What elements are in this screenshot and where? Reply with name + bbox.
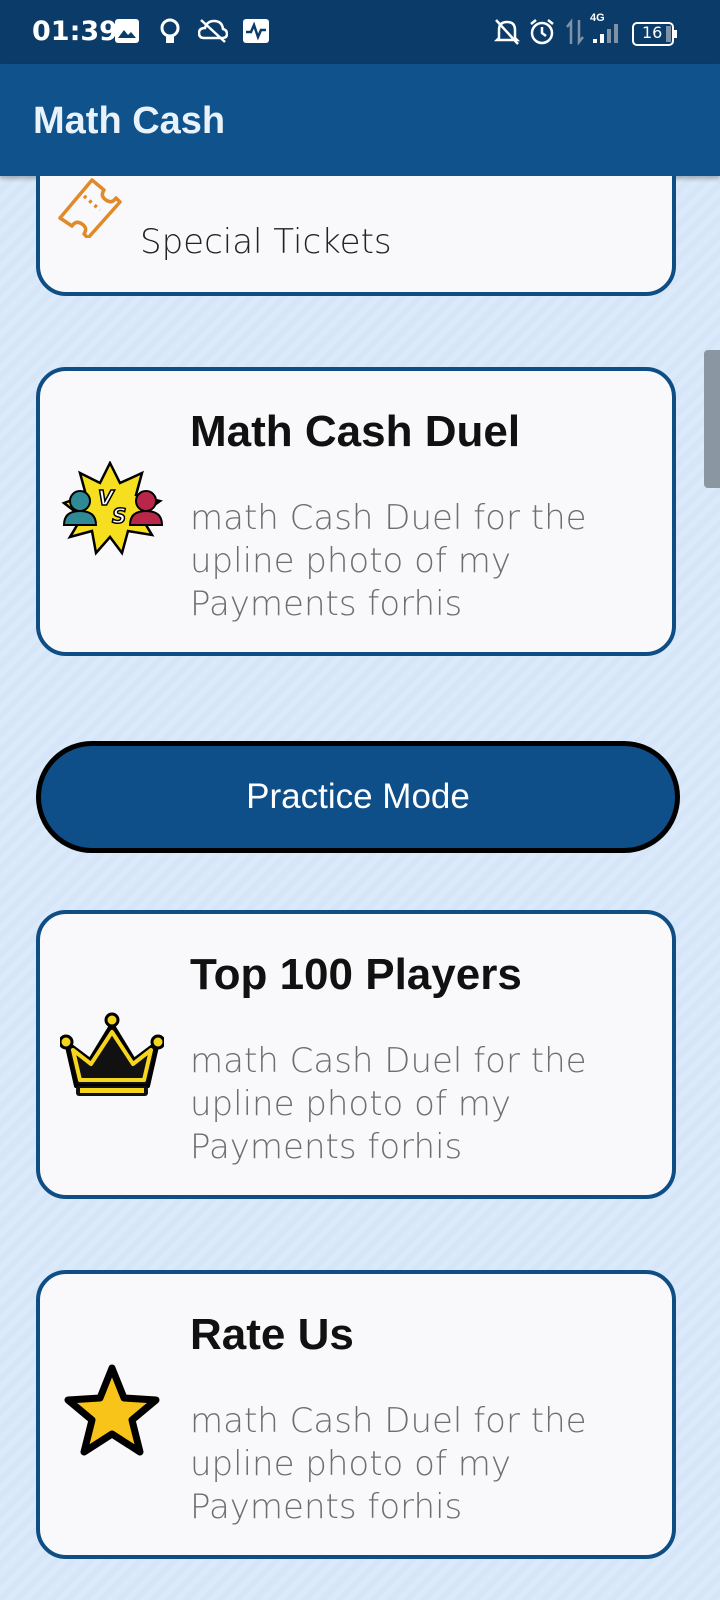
card-description: math Cash Duel for the upline photo of m… (190, 498, 587, 624)
main-content[interactable]: Special Tickets V S Math Cash Duel math … (0, 176, 720, 1600)
practice-mode-button[interactable]: Practice Mode (36, 741, 680, 853)
app-title: Math Cash (33, 100, 226, 142)
top-players-card[interactable]: Top 100 Players math Cash Duel for the u… (36, 910, 676, 1199)
card-title: Math Cash Duel (190, 407, 521, 456)
scrollbar-thumb[interactable] (704, 350, 720, 488)
battery-level: 16 (642, 23, 663, 42)
card-title: Rate Us (190, 1310, 354, 1359)
image-icon (114, 18, 140, 49)
signal-icon (592, 22, 624, 49)
vs-icon: V S (60, 460, 166, 562)
special-tickets-label: Special Tickets (140, 222, 392, 262)
activity-icon (242, 18, 270, 49)
notification-off-icon (493, 18, 521, 51)
math-cash-duel-card[interactable]: V S Math Cash Duel math Cash Duel for th… (36, 367, 676, 656)
crown-icon (58, 1010, 166, 1105)
lightbulb-icon (158, 18, 182, 51)
status-bar: 01:39 4G 16 (0, 0, 720, 64)
special-tickets-card[interactable]: Special Tickets (36, 176, 676, 296)
data-transfer-icon (566, 18, 584, 51)
alarm-icon (528, 18, 556, 51)
ticket-icon (54, 176, 124, 243)
card-title: Top 100 Players (190, 950, 522, 999)
card-description: math Cash Duel for the upline photo of m… (190, 1041, 587, 1167)
star-icon (62, 1362, 162, 1467)
card-description: math Cash Duel for the upline photo of m… (190, 1401, 587, 1527)
svg-text:S: S (112, 504, 126, 528)
status-time: 01:39 (32, 16, 118, 47)
rate-us-card[interactable]: Rate Us math Cash Duel for the upline ph… (36, 1270, 676, 1559)
cloud-off-icon (197, 18, 229, 49)
app-bar: Math Cash (0, 64, 720, 176)
